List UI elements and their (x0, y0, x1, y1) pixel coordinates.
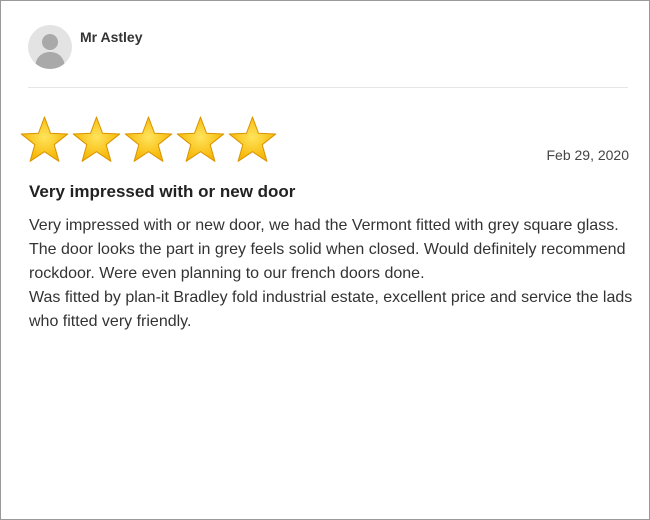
user-silhouette-icon (35, 34, 65, 69)
review-body: Very impressed with or new door, we had … (29, 214, 634, 334)
review-paragraph: Was fitted by plan-it Bradley fold indus… (29, 289, 633, 330)
star-icon (20, 116, 69, 162)
avatar (28, 25, 72, 69)
star-icon (176, 116, 225, 162)
review-card: Mr Astley Feb 29, 2020 Very impressed wi… (0, 0, 650, 520)
star-icon (124, 116, 173, 162)
review-title: Very impressed with or new door (29, 182, 296, 201)
review-header: Mr Astley (28, 25, 628, 88)
reviewer-name: Mr Astley (80, 29, 143, 45)
star-icon (72, 116, 121, 162)
review-paragraph: Very impressed with or new door, we had … (29, 217, 626, 282)
star-rating (19, 115, 278, 167)
review-date: Feb 29, 2020 (546, 147, 629, 163)
star-icon (228, 116, 277, 162)
